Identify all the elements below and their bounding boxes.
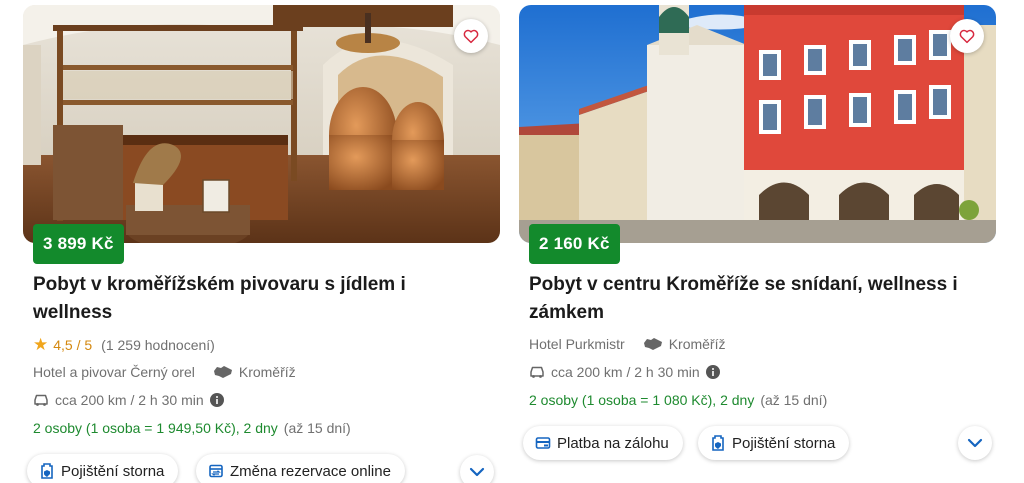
map-region-icon xyxy=(213,365,233,379)
heart-icon xyxy=(959,29,975,44)
card-payment-icon xyxy=(535,437,551,449)
pill-label: Platba na zálohu xyxy=(557,434,669,452)
calendar-change-icon xyxy=(209,464,223,478)
map-region-icon xyxy=(643,337,663,351)
hotel-row: Hotel Purkmistr Kroměříž xyxy=(529,336,725,352)
review-count[interactable]: (1 259 hodnocení) xyxy=(101,337,215,353)
pill-label: Pojištění storna xyxy=(61,462,165,480)
offer-card[interactable]: 2 160 Kč Pobyt v centru Kroměříže se sní… xyxy=(519,0,996,483)
rating-value: 4,5 / 5 xyxy=(53,336,93,353)
distance-row: cca 200 km / 2 h 30 min xyxy=(529,364,726,380)
chevron-down-icon xyxy=(469,467,485,477)
favorite-button[interactable] xyxy=(950,19,984,53)
city-name: Kroměříž xyxy=(238,364,296,380)
offer-details: 2 osoby (1 osoba = 1 949,50 Kč), 2 dny xyxy=(33,420,278,436)
info-icon[interactable] xyxy=(705,365,720,379)
hotel-name: Hotel a pivovar Černý orel xyxy=(33,364,195,380)
insurance-pill[interactable]: Pojištění storna xyxy=(27,454,179,483)
offer-row: 2 osoby (1 osoba = 1 949,50 Kč), 2 dny (… xyxy=(33,420,351,436)
distance-text: cca 200 km / 2 h 30 min xyxy=(55,392,204,408)
distance-text: cca 200 km / 2 h 30 min xyxy=(551,364,700,380)
expand-button[interactable] xyxy=(958,426,992,460)
insurance-icon xyxy=(41,463,53,479)
deposit-pill[interactable]: Platba na zálohu xyxy=(523,426,683,460)
expand-button[interactable] xyxy=(460,455,494,483)
heart-icon xyxy=(463,29,479,44)
insurance-pill[interactable]: Pojištění storna xyxy=(698,426,850,460)
offer-details: 2 osoby (1 osoba = 1 080 Kč), 2 dny xyxy=(529,392,755,408)
distance-row: cca 200 km / 2 h 30 min xyxy=(33,392,230,408)
brewery-interior-photo xyxy=(23,5,500,243)
offer-photo[interactable] xyxy=(23,5,500,243)
hotel-row: Hotel a pivovar Černý orel Kroměříž xyxy=(33,364,296,380)
rating-row: ★ 4,5 / 5 (1 259 hodnocení) xyxy=(33,336,215,353)
offer-note: (až 15 dní) xyxy=(760,392,828,408)
hotel-name: Hotel Purkmistr xyxy=(529,336,625,352)
offer-card[interactable]: 3 899 Kč Pobyt v kroměřížském pivovaru s… xyxy=(23,0,500,483)
pill-label: Změna rezervace online xyxy=(230,462,391,480)
price-badge: 2 160 Kč xyxy=(529,224,620,264)
hotel-facade-photo xyxy=(519,5,996,243)
car-icon xyxy=(529,365,545,379)
price-badge: 3 899 Kč xyxy=(33,224,124,264)
offer-title[interactable]: Pobyt v centru Kroměříže se snídaní, wel… xyxy=(529,271,969,327)
offer-photo[interactable] xyxy=(519,5,996,243)
info-icon[interactable] xyxy=(209,393,224,407)
offer-row: 2 osoby (1 osoba = 1 080 Kč), 2 dny (až … xyxy=(529,392,827,408)
star-icon: ★ xyxy=(33,335,49,354)
chevron-down-icon xyxy=(967,438,983,448)
reschedule-pill[interactable]: Změna rezervace online xyxy=(196,454,405,483)
pill-label: Pojištění storna xyxy=(732,434,836,452)
offer-title[interactable]: Pobyt v kroměřížském pivovaru s jídlem i… xyxy=(33,271,433,327)
offer-note: (až 15 dní) xyxy=(283,420,351,436)
favorite-button[interactable] xyxy=(454,19,488,53)
insurance-icon xyxy=(712,435,724,451)
city-name: Kroměříž xyxy=(668,336,726,352)
car-icon xyxy=(33,393,49,407)
